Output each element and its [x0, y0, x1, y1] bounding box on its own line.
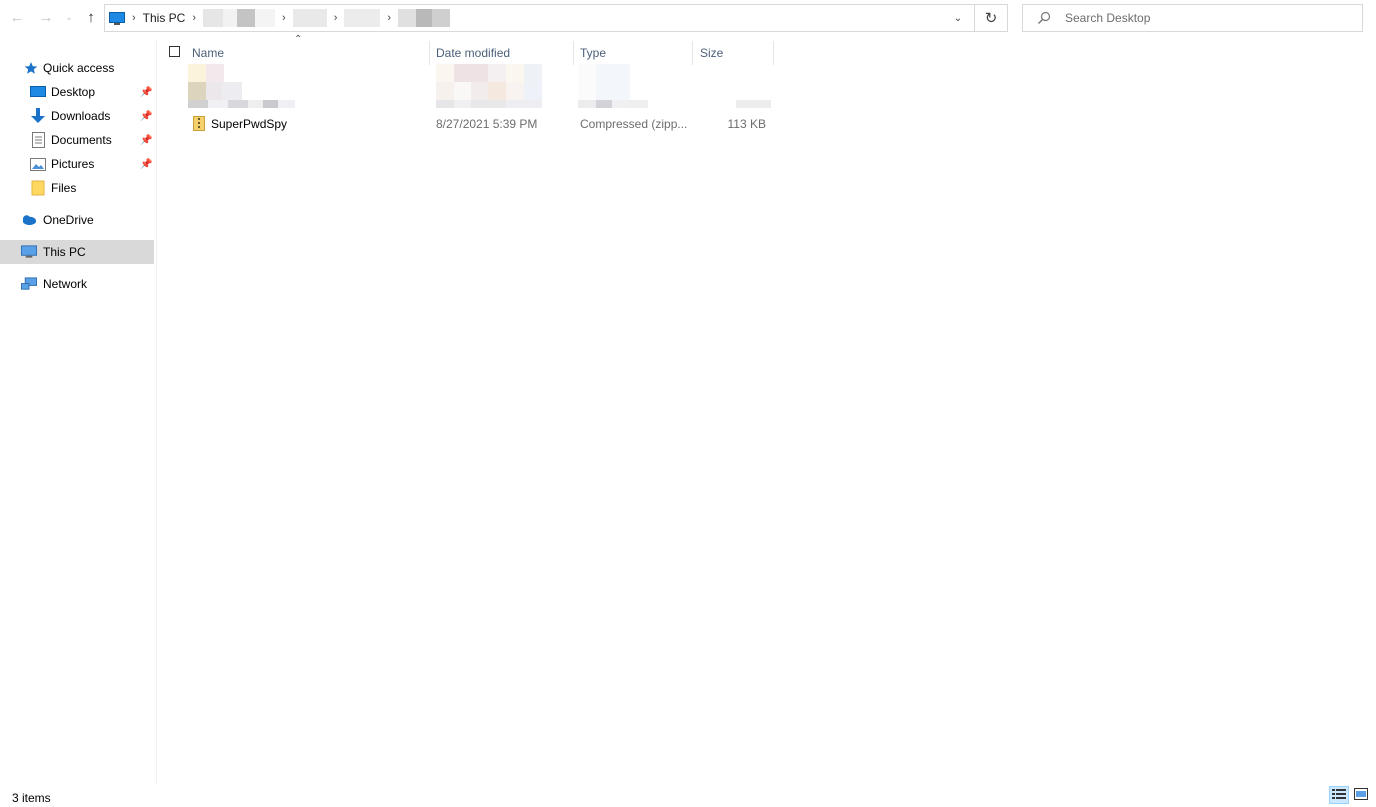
- cloud-icon: [21, 212, 37, 228]
- computer-icon: [109, 12, 125, 25]
- sidebar-item-label: Downloads: [51, 109, 111, 123]
- download-arrow-icon: [30, 108, 46, 124]
- address-dropdown-button[interactable]: ⌄: [945, 5, 971, 31]
- sidebar-item-documents[interactable]: Documents 📌: [0, 128, 154, 152]
- pin-icon[interactable]: 📌: [140, 111, 152, 122]
- column-divider[interactable]: [773, 41, 774, 65]
- desktop-folder-icon: [30, 84, 46, 100]
- sidebar-item-label: This PC: [43, 245, 86, 259]
- search-input[interactable]: [1063, 10, 1347, 26]
- pictures-icon: [30, 156, 46, 172]
- refresh-icon: ↻: [984, 10, 998, 27]
- sidebar-item-label: Desktop: [51, 85, 96, 99]
- column-divider[interactable]: [573, 41, 574, 65]
- column-header-date-modified[interactable]: Date modified: [436, 41, 572, 65]
- sidebar-item-quick-access[interactable]: Quick access: [0, 56, 154, 80]
- folder-icon: [30, 180, 46, 196]
- up-button[interactable]: ↑: [82, 8, 100, 26]
- address-bar[interactable]: › This PC › › › › ⌄ ↻: [104, 4, 1008, 32]
- item-count: 3 items: [12, 791, 51, 805]
- star-icon: [23, 60, 39, 76]
- search-box[interactable]: [1022, 4, 1363, 32]
- sidebar-item-downloads[interactable]: Downloads 📌: [0, 104, 154, 128]
- chevron-down-icon: ⌄: [65, 11, 73, 22]
- sidebar-item-label: Quick access: [43, 61, 115, 75]
- refresh-button[interactable]: ↻: [974, 5, 1007, 31]
- search-icon: [1037, 11, 1051, 25]
- sidebar-item-label: Pictures: [51, 157, 95, 171]
- file-name: SuperPwdSpy: [211, 117, 288, 131]
- sidebar-item-this-pc[interactable]: This PC: [0, 240, 154, 264]
- network-icon: [21, 276, 37, 292]
- breadcrumb-separator: ›: [282, 12, 286, 24]
- chevron-down-icon: ⌄: [953, 12, 963, 24]
- column-header-name[interactable]: Name: [192, 41, 428, 65]
- details-view-button[interactable]: [1329, 786, 1349, 804]
- documents-icon: [30, 132, 46, 148]
- sidebar-item-desktop[interactable]: Desktop 📌: [0, 80, 154, 104]
- zip-folder-icon: [193, 116, 205, 131]
- select-all-checkbox[interactable]: [169, 46, 180, 57]
- pin-icon[interactable]: 📌: [140, 159, 152, 170]
- pin-icon[interactable]: 📌: [140, 87, 152, 98]
- breadcrumb-this-pc[interactable]: This PC: [143, 11, 186, 25]
- redacted-breadcrumb[interactable]: [398, 9, 417, 27]
- sidebar-item-label: Documents: [51, 133, 112, 147]
- forward-button[interactable]: →: [37, 8, 55, 26]
- back-button[interactable]: ←: [8, 8, 26, 26]
- column-divider[interactable]: [429, 41, 430, 65]
- arrow-right-icon: →: [38, 8, 54, 26]
- redacted-breadcrumb[interactable]: [292, 9, 327, 27]
- large-icons-view-button[interactable]: [1351, 786, 1371, 804]
- recent-locations-button[interactable]: ⌄: [62, 8, 76, 26]
- pin-icon[interactable]: 📌: [140, 135, 152, 146]
- column-divider[interactable]: [692, 41, 693, 65]
- sidebar-item-onedrive[interactable]: OneDrive: [0, 208, 154, 232]
- arrow-up-icon: ↑: [87, 8, 95, 26]
- column-header-type[interactable]: Type: [580, 41, 690, 65]
- sidebar-item-pictures[interactable]: Pictures 📌: [0, 152, 154, 176]
- arrow-left-icon: ←: [9, 8, 25, 26]
- file-date-modified: 8/27/2021 5:39 PM: [436, 117, 538, 131]
- sidebar-item-label: Files: [51, 181, 77, 195]
- breadcrumb-separator: ›: [132, 12, 136, 24]
- breadcrumb-separator: ›: [387, 12, 392, 24]
- sidebar-item-network[interactable]: Network: [0, 272, 154, 296]
- file-type: Compressed (zipp...: [580, 117, 688, 131]
- sidebar-item-label: Network: [43, 277, 88, 291]
- file-size: 113 KB: [727, 117, 766, 131]
- navigation-pane: Quick access Desktop 📌 Downloads 📌 Docum…: [0, 40, 157, 784]
- column-header-size[interactable]: Size: [700, 41, 772, 65]
- sidebar-item-label: OneDrive: [43, 213, 94, 227]
- sidebar-item-files[interactable]: Files: [0, 176, 154, 200]
- breadcrumb-separator: ›: [192, 12, 197, 24]
- redacted-breadcrumb[interactable]: [344, 9, 381, 27]
- details-view-icon: [1332, 788, 1346, 803]
- redacted-breadcrumb[interactable]: [203, 9, 224, 27]
- breadcrumb-separator: ›: [333, 12, 338, 24]
- computer-icon: [21, 244, 37, 260]
- large-icons-view-icon: [1354, 787, 1368, 803]
